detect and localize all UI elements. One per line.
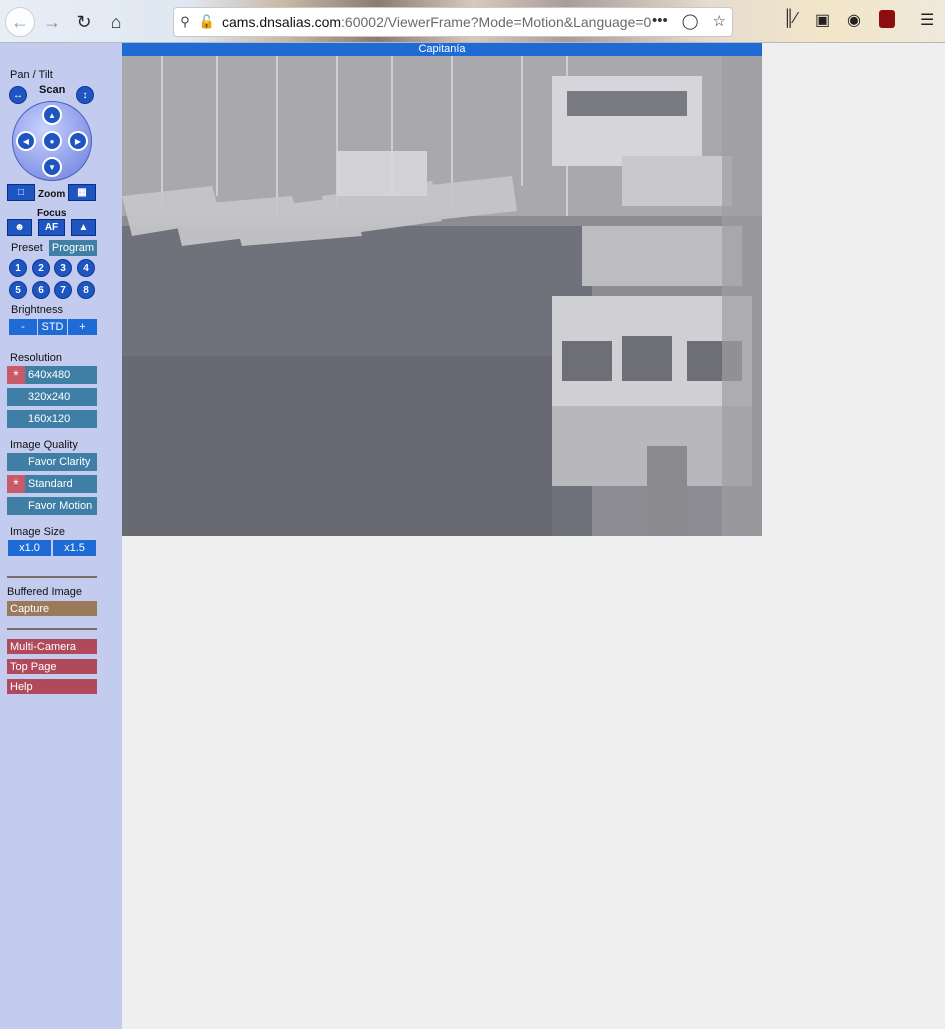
- resolution-160-button[interactable]: 160x120: [7, 410, 97, 428]
- bookmark-star-icon[interactable]: ☆: [713, 12, 726, 30]
- divider: [7, 576, 97, 578]
- pan-left-icon[interactable]: ◀: [16, 131, 36, 151]
- image-quality-label: Image Quality: [10, 439, 78, 451]
- preset-3-button[interactable]: 3: [54, 259, 72, 277]
- url-path: :60002/ViewerFrame?Mode=Motion&Language=…: [341, 14, 652, 30]
- resolution-option-label: 160x120: [28, 413, 71, 425]
- extension-icon[interactable]: ◉: [847, 10, 861, 30]
- program-button[interactable]: Program: [49, 240, 97, 256]
- multi-camera-link[interactable]: Multi-Camera: [7, 639, 97, 654]
- buffered-image-label: Buffered Image: [7, 586, 83, 598]
- resolution-label: Resolution: [10, 352, 62, 364]
- brightness-plus-button[interactable]: +: [68, 319, 97, 335]
- brightness-label: Brightness: [11, 304, 63, 316]
- pan-tilt-label: Pan / Tilt: [10, 69, 53, 81]
- brightness-std-button[interactable]: STD: [38, 319, 67, 335]
- url-host: cams.dnsalias.com: [222, 14, 342, 30]
- camera-control-panel: Pan / Tilt ↔ Scan ↕ ▲ ◀ ● ▶ ▼ □ Zoom ▦ F…: [0, 43, 122, 1029]
- preset-4-button[interactable]: 4: [77, 259, 95, 277]
- preset-6-button[interactable]: 6: [32, 281, 50, 299]
- horizontal-scan-icon[interactable]: ↔: [9, 86, 27, 104]
- tilt-up-icon[interactable]: ▲: [42, 105, 62, 125]
- resolution-option-label: 320x240: [28, 391, 71, 403]
- preset-8-button[interactable]: 8: [77, 281, 95, 299]
- reload-icon[interactable]: ↻: [70, 8, 98, 36]
- forward-arrow-icon[interactable]: →: [38, 8, 66, 36]
- pan-tilt-pad: ▲ ◀ ● ▶ ▼: [12, 101, 92, 181]
- selected-marker: *: [7, 366, 25, 384]
- size-x1-5-button[interactable]: x1.5: [53, 540, 96, 556]
- camera-title: Capitanía: [122, 43, 762, 56]
- capture-button[interactable]: Capture: [7, 601, 97, 616]
- resolution-320-button[interactable]: 320x240: [7, 388, 97, 406]
- quality-standard-button[interactable]: * Standard: [7, 475, 97, 493]
- preset-1-button[interactable]: 1: [9, 259, 27, 277]
- shield-icon[interactable]: ⚲: [174, 14, 196, 30]
- tilt-down-icon[interactable]: ▼: [42, 157, 62, 177]
- pan-right-icon[interactable]: ▶: [68, 131, 88, 151]
- library-icon[interactable]: ║∕: [783, 10, 797, 28]
- quality-option-label: Standard: [28, 478, 73, 490]
- browser-toolbar: ← → ↻ ⌂ ⚲ 🔓 cams.dnsalias.com:60002/View…: [0, 0, 945, 43]
- ublock-icon[interactable]: [879, 10, 895, 28]
- preset-5-button[interactable]: 5: [9, 281, 27, 299]
- home-position-icon[interactable]: ●: [42, 131, 62, 151]
- zoom-tele-icon[interactable]: ▦: [68, 184, 96, 201]
- page-actions-icon[interactable]: •••: [652, 12, 668, 30]
- insecure-lock-icon[interactable]: 🔓: [196, 14, 218, 30]
- zoom-wide-icon[interactable]: □: [7, 184, 35, 201]
- resolution-option-label: 640x480: [28, 369, 71, 381]
- preset-label: Preset: [11, 242, 43, 254]
- quality-option-label: Favor Motion: [28, 500, 93, 512]
- home-icon[interactable]: ⌂: [102, 8, 130, 36]
- resolution-640-button[interactable]: * 640x480: [7, 366, 97, 384]
- pocket-icon[interactable]: ◯: [682, 12, 699, 30]
- top-page-link[interactable]: Top Page: [7, 659, 97, 674]
- camera-live-image[interactable]: [122, 56, 762, 536]
- address-bar[interactable]: ⚲ 🔓 cams.dnsalias.com:60002/ViewerFrame?…: [173, 7, 733, 37]
- selected-marker: *: [7, 475, 25, 493]
- size-x1-button[interactable]: x1.0: [8, 540, 51, 556]
- preset-2-button[interactable]: 2: [32, 259, 50, 277]
- zoom-label: Zoom: [38, 189, 66, 200]
- image-size-label: Image Size: [10, 526, 66, 538]
- harbor-scene: [122, 56, 762, 536]
- quality-favor-motion-button[interactable]: Favor Motion: [7, 497, 97, 515]
- reader-view-icon[interactable]: ▣: [815, 10, 830, 30]
- autofocus-button[interactable]: AF: [38, 219, 65, 236]
- help-link[interactable]: Help: [7, 679, 97, 694]
- divider: [7, 628, 97, 630]
- focus-far-icon[interactable]: ▲: [71, 219, 96, 236]
- vertical-scan-icon[interactable]: ↕: [76, 86, 94, 104]
- focus-near-icon[interactable]: ☻: [7, 219, 32, 236]
- scan-label: Scan: [39, 84, 66, 96]
- menu-icon[interactable]: ☰: [920, 10, 934, 30]
- quality-option-label: Favor Clarity: [28, 456, 91, 468]
- quality-favor-clarity-button[interactable]: Favor Clarity: [7, 453, 97, 471]
- back-arrow-icon[interactable]: ←: [5, 7, 35, 37]
- brightness-minus-button[interactable]: -: [9, 319, 37, 335]
- url-text[interactable]: cams.dnsalias.com:60002/ViewerFrame?Mode…: [222, 14, 652, 30]
- focus-label: Focus: [37, 208, 67, 219]
- preset-7-button[interactable]: 7: [54, 281, 72, 299]
